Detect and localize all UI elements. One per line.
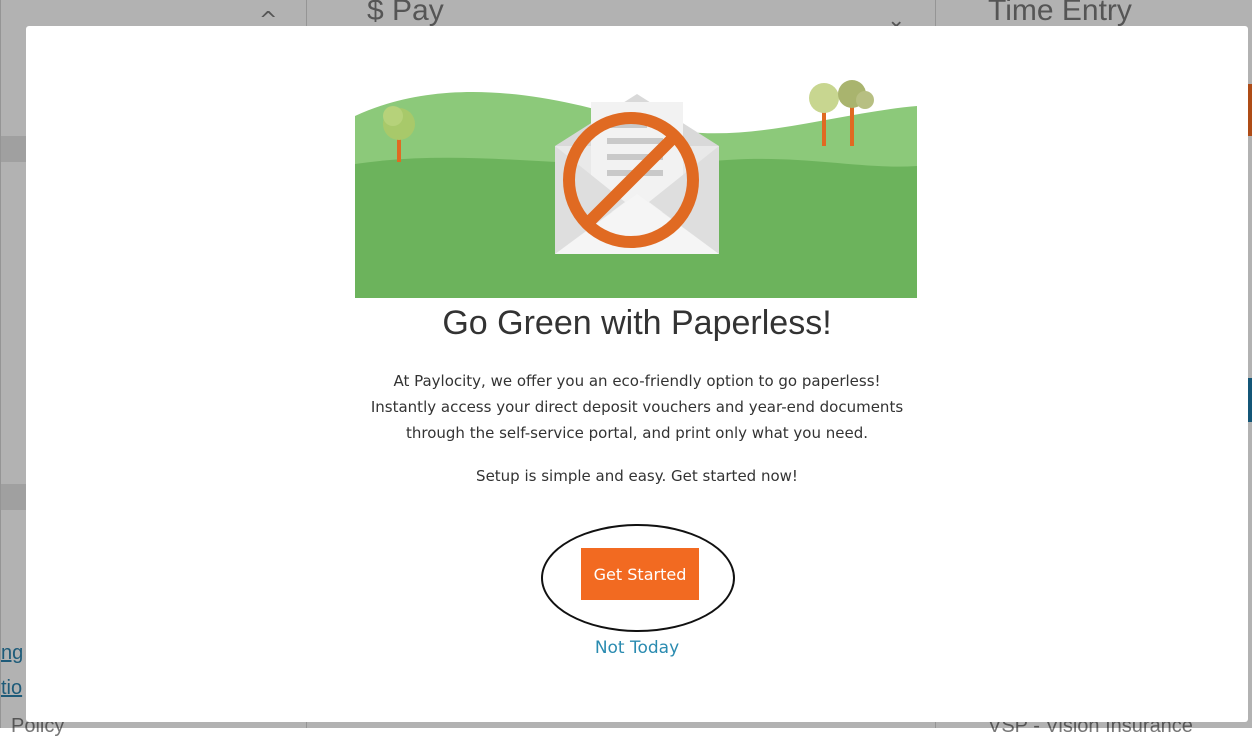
description-line: Instantly access your direct deposit vou… bbox=[370, 398, 904, 416]
not-today-link[interactable]: Not Today bbox=[26, 638, 1248, 658]
description-line: At Paylocity, we offer you an eco-friend… bbox=[393, 372, 881, 390]
paperless-modal: Go Green with Paperless! At Paylocity, w… bbox=[26, 26, 1248, 722]
modal-subtext: Setup is simple and easy. Get started no… bbox=[476, 467, 798, 485]
modal-heading: Go Green with Paperless! bbox=[442, 304, 832, 342]
modal-description: At Paylocity, we offer you an eco-friend… bbox=[26, 368, 1248, 446]
paperless-illustration bbox=[355, 54, 917, 298]
description-line: through the self-service portal, and pri… bbox=[405, 424, 868, 442]
get-started-highlight: Get Started bbox=[541, 524, 737, 634]
get-started-button[interactable]: Get Started bbox=[581, 548, 699, 600]
